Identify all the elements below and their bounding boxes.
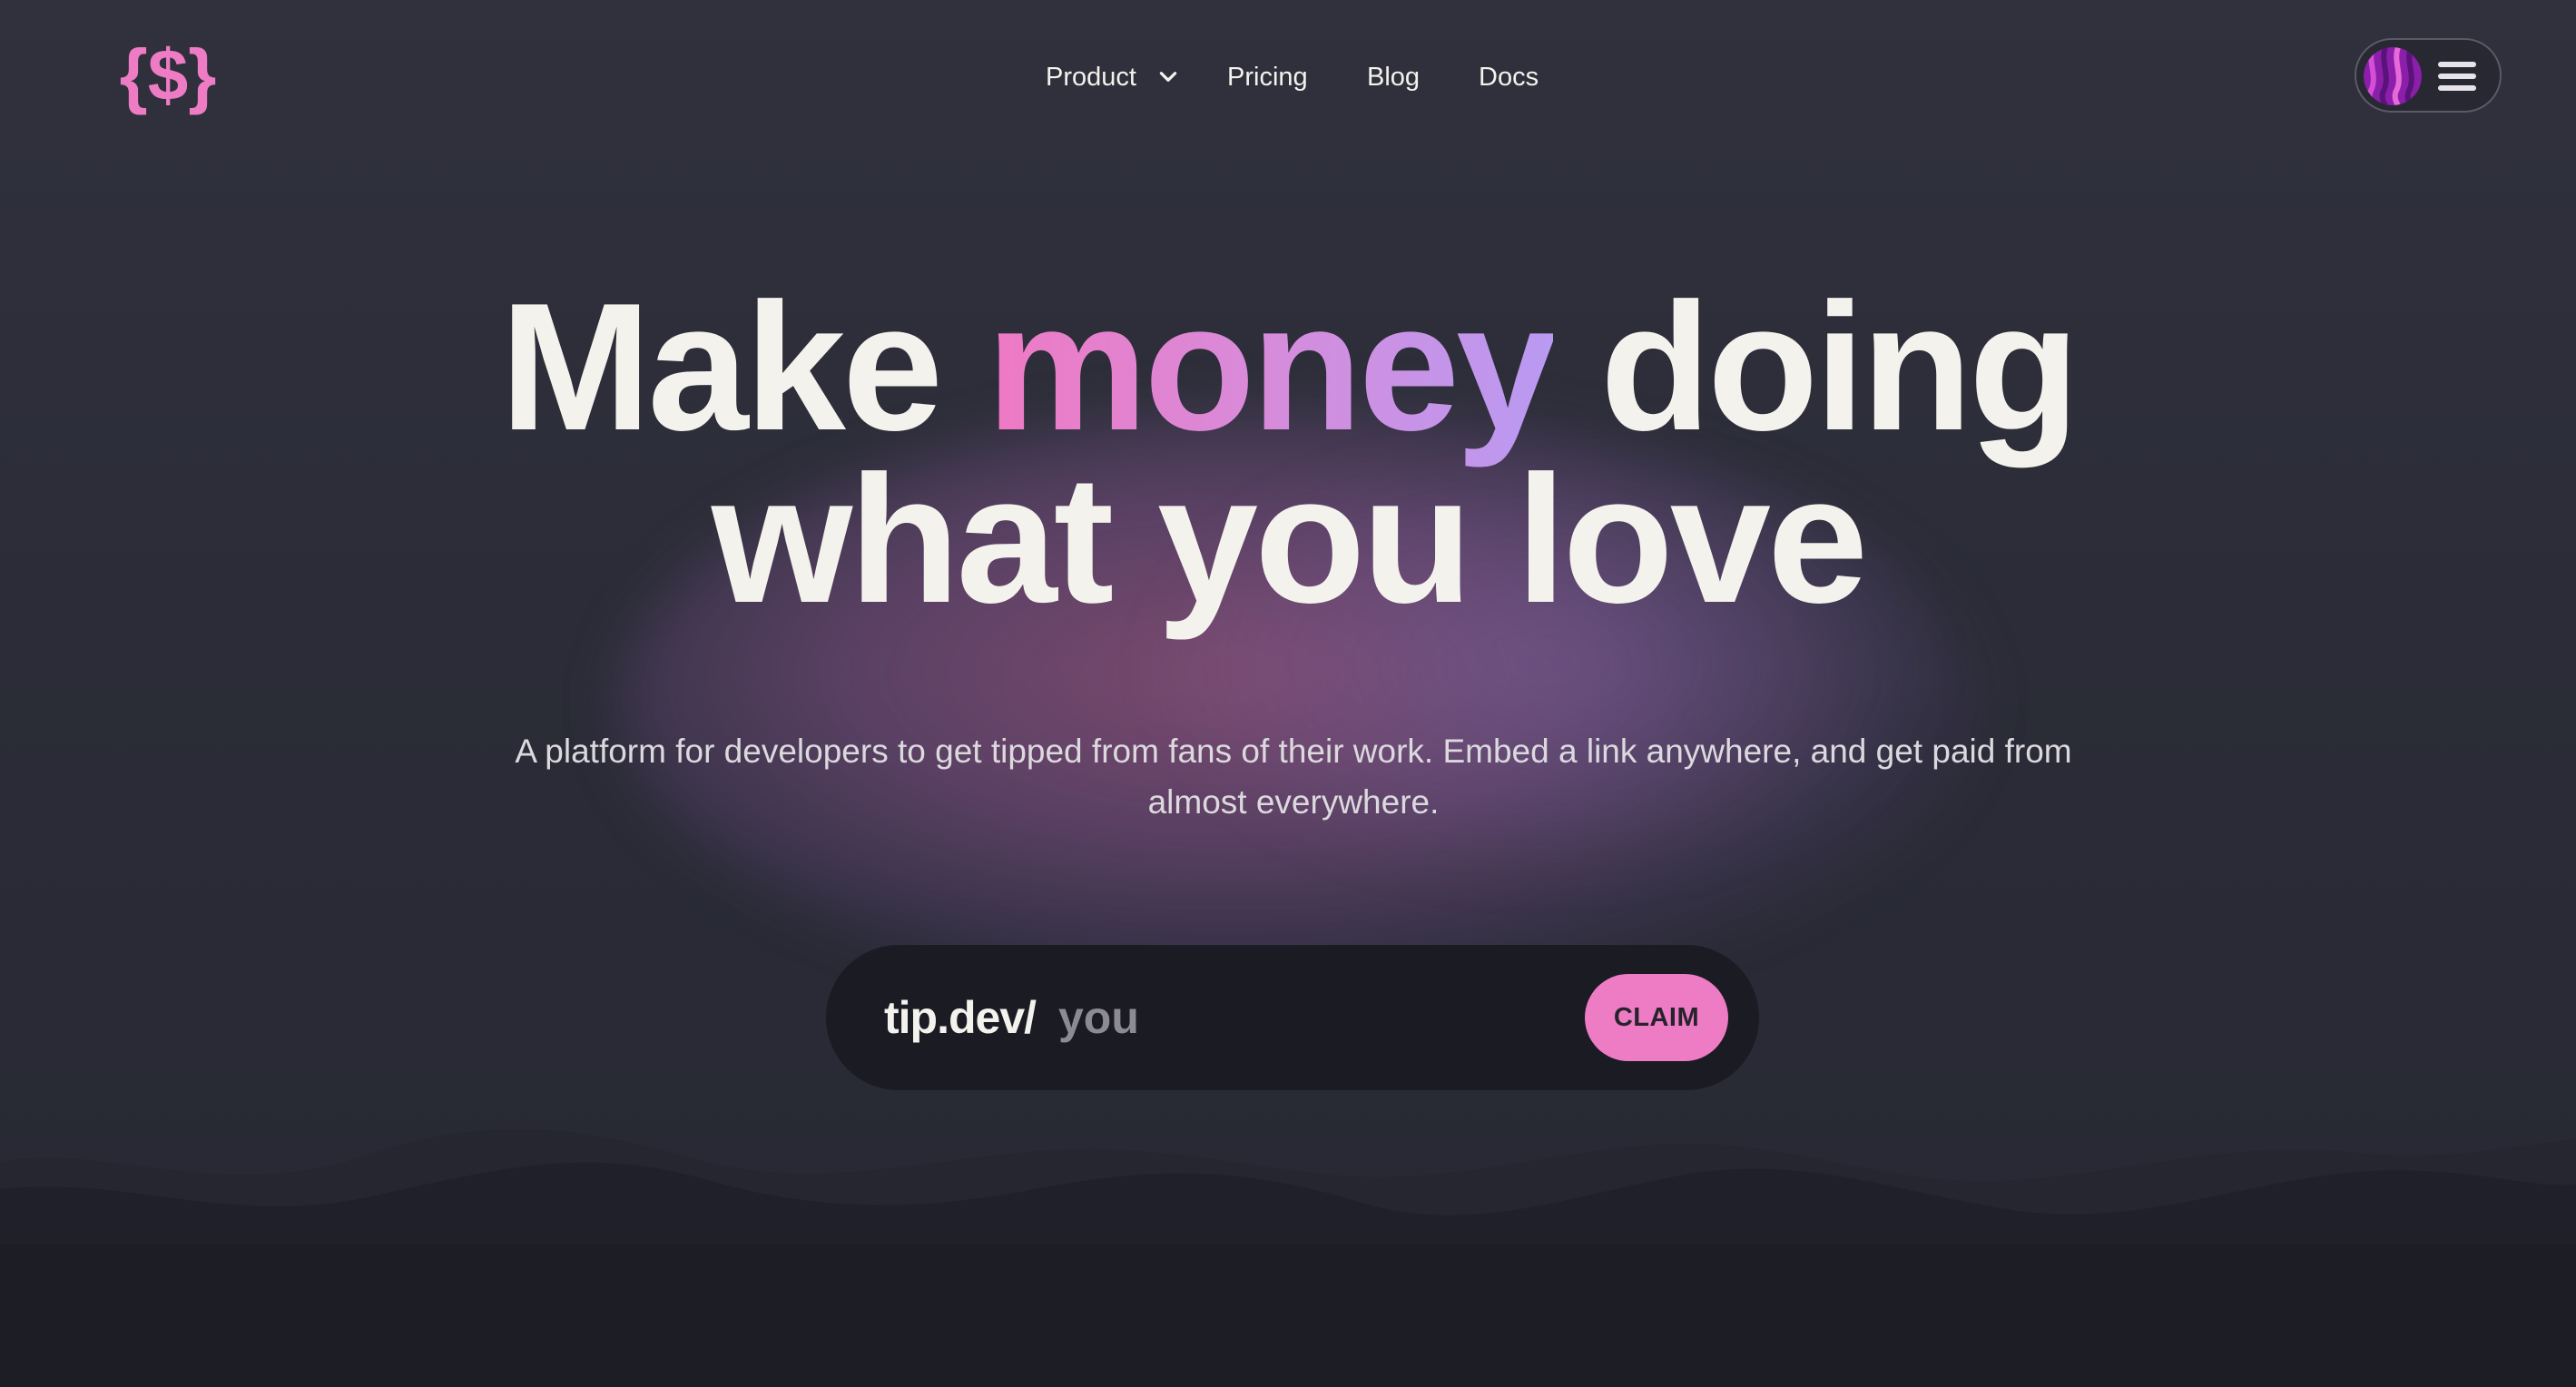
claim-username-form: tip.dev/ CLAIM <box>826 945 1759 1090</box>
avatar <box>2364 47 2422 105</box>
nav-product[interactable]: Product <box>1046 54 1180 100</box>
wave-decoration <box>0 1128 2576 1387</box>
nav-pricing[interactable]: Pricing <box>1227 54 1308 100</box>
claim-button[interactable]: CLAIM <box>1585 974 1728 1061</box>
hero-headline: Make money doing what you love <box>0 277 2576 631</box>
claim-url-prefix: tip.dev/ <box>884 992 1037 1043</box>
chevron-down-icon <box>1159 72 1177 83</box>
user-menu-button[interactable] <box>2355 38 2502 113</box>
username-input[interactable] <box>1058 981 1440 1054</box>
main-nav: Product Pricing Blog Docs <box>0 54 2576 100</box>
landing-page: {$} Product Pricing Blog Docs Make money… <box>0 0 2576 1387</box>
nav-blog[interactable]: Blog <box>1367 54 1420 100</box>
nav-docs[interactable]: Docs <box>1479 54 1539 100</box>
hero-subtitle: A platform for developers to get tipped … <box>515 733 2072 821</box>
headline-line2: what you love <box>711 438 1868 641</box>
nav-product-label: Product <box>1046 63 1136 92</box>
hamburger-menu-icon <box>2438 62 2476 91</box>
